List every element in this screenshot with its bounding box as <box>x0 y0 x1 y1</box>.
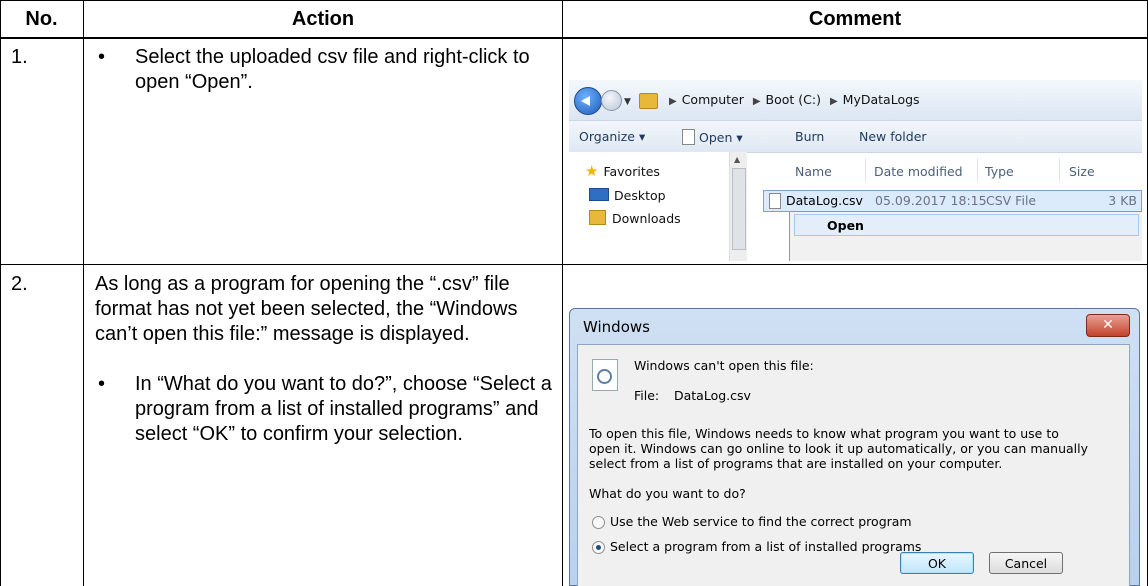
file-label: File: <box>634 388 660 403</box>
column-header-size[interactable]: Size <box>1069 164 1095 179</box>
header-no: No. <box>25 7 58 30</box>
table-divider-2 <box>562 0 563 586</box>
address-bar: ▼ ▶ Computer ▶ Boot (C:) ▶ MyDataLogs <box>569 80 1142 120</box>
column-header-date[interactable]: Date modified <box>874 164 963 179</box>
close-icon[interactable]: ✕ <box>1086 314 1130 337</box>
dialog-title: Windows <box>583 318 650 336</box>
breadcrumb-separator-icon: ▶ <box>829 96 838 107</box>
breadcrumb-item[interactable]: Computer <box>682 92 744 107</box>
breadcrumb-separator-icon: ▶ <box>669 96 677 107</box>
file-type: CSV File <box>986 193 1037 208</box>
explorer-toolbar: Organize ▾ Open ▾ Burn New folder <box>569 120 1142 153</box>
organize-button[interactable]: Organize ▾ <box>579 129 645 144</box>
open-button[interactable]: Open ▾ <box>682 129 743 145</box>
context-menu-open[interactable]: Open <box>794 214 1139 236</box>
dialog-description-line: select from a list of programs that are … <box>589 456 1003 471</box>
desktop-icon <box>589 188 609 201</box>
explorer-screenshot: ▼ ▶ Computer ▶ Boot (C:) ▶ MyDataLogs Organ… <box>569 80 1142 261</box>
nav-item-label: Favorites <box>603 164 660 179</box>
dialog-body: Windows can't open this file: File: Data… <box>577 344 1130 586</box>
nav-item-downloads[interactable]: Downloads <box>589 210 681 226</box>
scroll-up-icon[interactable]: ▲ <box>734 155 740 164</box>
file-name: DataLog.csv <box>674 388 751 403</box>
header-comment: Comment <box>808 7 902 30</box>
table-divider-1 <box>83 0 84 586</box>
dialog-description-line: To open this file, Windows needs to know… <box>589 426 1059 441</box>
row-bullet: • In “What do you want to do?”, choose “… <box>98 372 553 447</box>
bullet-text: Select the uploaded csv file and right-c… <box>135 46 530 93</box>
breadcrumb-separator-icon: ▶ <box>752 96 761 107</box>
dialog-heading: Windows can't open this file: <box>634 358 814 373</box>
burn-button[interactable]: Burn <box>795 129 824 144</box>
table-border-left <box>0 0 1 586</box>
row-bullet: • Select the uploaded csv file and right… <box>98 45 553 95</box>
option-select-program[interactable]: Select a program from a list of installe… <box>610 539 921 554</box>
option-web-service[interactable]: Use the Web service to find the correct … <box>610 514 912 529</box>
back-arrow-icon[interactable] <box>574 87 602 115</box>
row-intro-text: As long as a program for opening the “.c… <box>95 273 518 345</box>
folder-icon <box>639 93 658 109</box>
bullet-dot: • <box>98 373 106 395</box>
radio-web-service[interactable] <box>592 516 605 529</box>
file-row[interactable]: DataLog.csv 05.09.2017 18:15 CSV File 3 … <box>763 190 1142 212</box>
nav-item-label: Downloads <box>612 211 681 226</box>
bullet-dot: • <box>98 46 106 68</box>
column-divider <box>865 158 866 182</box>
document-icon <box>682 129 695 145</box>
open-button-label: Open ▾ <box>699 130 743 145</box>
row-number: 1. <box>11 46 28 68</box>
open-with-dialog: Windows ✕ Windows can't open this file: … <box>569 308 1140 586</box>
column-header-name[interactable]: Name <box>795 164 832 179</box>
nav-item-label: Desktop <box>614 188 666 203</box>
file-size: 3 KB <box>1108 193 1137 208</box>
breadcrumb: ▶ Computer ▶ Boot (C:) ▶ MyDataLogs <box>664 92 920 107</box>
row-number: 2. <box>11 273 28 295</box>
chevron-down-icon[interactable]: ▼ <box>624 97 631 107</box>
dialog-description-line: open it. Windows can go online to look i… <box>589 441 1089 456</box>
downloads-icon <box>589 210 606 225</box>
cancel-button[interactable]: Cancel <box>989 552 1063 574</box>
scrollbar-thumb[interactable] <box>732 168 746 250</box>
header-action: Action <box>291 7 355 30</box>
breadcrumb-item[interactable]: MyDataLogs <box>843 92 920 107</box>
forward-arrow-icon[interactable] <box>601 90 622 111</box>
file-date: 05.09.2017 18:15 <box>875 193 987 208</box>
nav-item-favorites[interactable]: ★ Favorites <box>585 162 660 180</box>
radio-select-program[interactable] <box>592 541 605 554</box>
star-icon: ★ <box>585 162 599 180</box>
file-name: DataLog.csv <box>786 193 863 208</box>
new-folder-button[interactable]: New folder <box>859 129 927 144</box>
column-divider <box>1059 158 1060 182</box>
navigation-pane: ★ Favorites Desktop Downloads <box>569 152 729 261</box>
nav-scrollbar[interactable]: ▲ <box>729 152 747 261</box>
column-divider <box>977 158 978 182</box>
context-menu: Open <box>789 211 1142 261</box>
row-divider <box>0 264 1148 265</box>
unknown-file-icon <box>592 359 618 391</box>
breadcrumb-item[interactable]: Boot (C:) <box>766 92 821 107</box>
ok-button[interactable]: OK <box>900 552 974 574</box>
column-header-type[interactable]: Type <box>985 164 1014 179</box>
nav-item-desktop[interactable]: Desktop <box>589 188 666 203</box>
bullet-text: In “What do you want to do?”, choose “Se… <box>135 373 552 445</box>
csv-file-icon <box>769 193 781 209</box>
dialog-question: What do you want to do? <box>589 486 746 501</box>
